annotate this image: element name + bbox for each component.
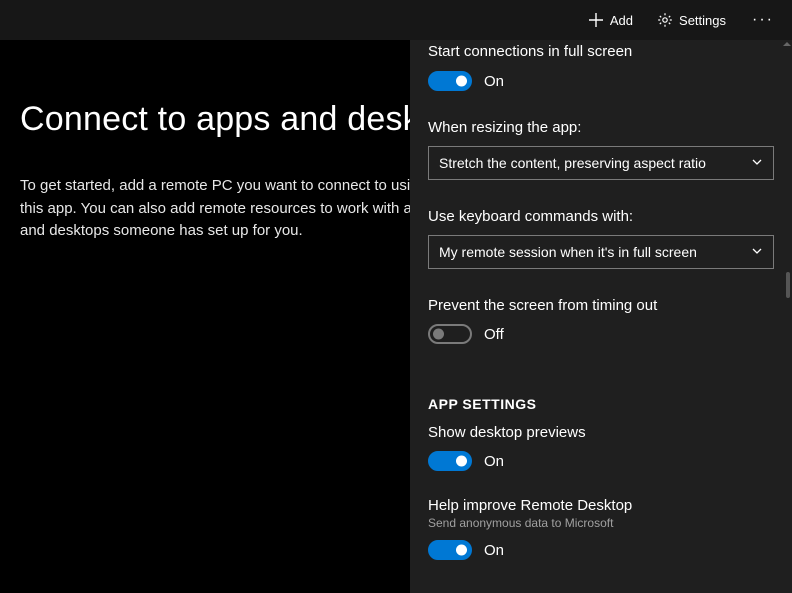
chevron-down-icon (751, 155, 763, 171)
resizing-value: Stretch the content, preserving aspect r… (439, 155, 706, 171)
resizing-label: When resizing the app: (428, 119, 774, 136)
more-button[interactable]: ··· (740, 5, 786, 35)
help-improve-label: Help improve Remote Desktop (428, 497, 774, 514)
help-improve-subtext: Send anonymous data to Microsoft (428, 516, 774, 530)
help-improve-toggle[interactable] (428, 540, 472, 560)
prevent-timeout-toggle[interactable] (428, 324, 472, 344)
scroll-up-icon (783, 42, 791, 46)
keyboard-label: Use keyboard commands with: (428, 208, 774, 225)
gear-icon (657, 12, 673, 28)
add-button[interactable]: Add (578, 6, 643, 34)
prevent-timeout-state: Off (484, 326, 504, 343)
full-screen-state: On (484, 73, 504, 90)
page-description: To get started, add a remote PC you want… (20, 175, 440, 243)
previews-state: On (484, 453, 504, 470)
add-label: Add (610, 13, 633, 28)
keyboard-dropdown[interactable]: My remote session when it's in full scre… (428, 235, 774, 269)
chevron-down-icon (751, 244, 763, 260)
app-settings-header: APP SETTINGS (428, 396, 774, 412)
panel-scrollbar[interactable] (783, 40, 792, 593)
ellipsis-icon: ··· (752, 11, 774, 29)
settings-button[interactable]: Settings (647, 6, 736, 34)
scroll-thumb[interactable] (786, 272, 790, 298)
plus-icon (588, 12, 604, 28)
prevent-timeout-label: Prevent the screen from timing out (428, 297, 774, 314)
previews-toggle[interactable] (428, 451, 472, 471)
keyboard-value: My remote session when it's in full scre… (439, 244, 697, 260)
help-improve-state: On (484, 542, 504, 559)
full-screen-toggle[interactable] (428, 71, 472, 91)
resizing-dropdown[interactable]: Stretch the content, preserving aspect r… (428, 146, 774, 180)
command-bar: Add Settings ··· (0, 0, 792, 40)
settings-panel: Start connections in full screen On When… (410, 40, 792, 593)
settings-label: Settings (679, 13, 726, 28)
previews-label: Show desktop previews (428, 424, 774, 441)
full-screen-label: Start connections in full screen (428, 43, 774, 60)
